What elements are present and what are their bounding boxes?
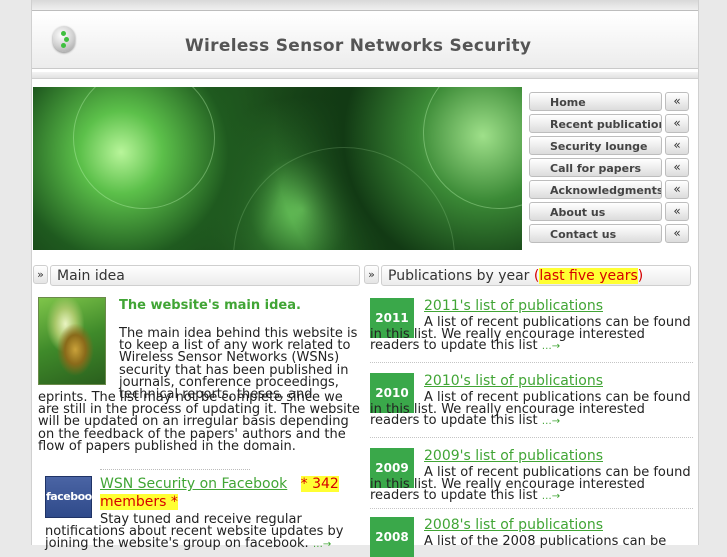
- publication-link[interactable]: 2009's list of publications: [424, 448, 603, 464]
- nav-arrow-icon[interactable]: «: [665, 114, 689, 133]
- facebook-text-body: Stay tuned and receive regular notificat…: [45, 512, 344, 552]
- logo-dot: [61, 31, 66, 36]
- nav-label[interactable]: Acknowledgments: [529, 180, 662, 199]
- nav-arrow-icon[interactable]: «: [665, 158, 689, 177]
- site-title: Wireless Sensor Networks Security: [185, 36, 532, 56]
- banner-sphere: [423, 87, 522, 209]
- logo-dot: [61, 43, 66, 48]
- publication-link[interactable]: 2010's list of publications: [424, 373, 603, 389]
- nav-arrow-icon[interactable]: «: [665, 224, 689, 243]
- logo-dot: [64, 37, 69, 42]
- nav-label[interactable]: About us: [529, 202, 662, 221]
- nav-label[interactable]: Recent publications: [529, 114, 662, 133]
- idea-title: The website's main idea.: [119, 298, 301, 313]
- header: Wireless Sensor Networks Security: [32, 14, 698, 69]
- publication-desc-text: A list of the 2008 publications can be: [424, 534, 667, 549]
- facebook-group-link[interactable]: WSN Security on Facebook: [100, 476, 287, 492]
- nav-item-call-for-papers[interactable]: Call for papers «: [529, 158, 692, 177]
- publication-link[interactable]: 2008's list of publications: [424, 517, 603, 533]
- read-more-link[interactable]: …→: [542, 416, 560, 427]
- banner-sphere: [233, 147, 455, 250]
- publications-head-paren: ): [637, 268, 644, 284]
- bee-image: [38, 297, 106, 385]
- nav-arrow-icon[interactable]: «: [665, 180, 689, 199]
- read-more-link[interactable]: …→: [542, 491, 560, 502]
- nav-label[interactable]: Home: [529, 92, 662, 111]
- publication-desc: A list of recent publications can be fou…: [370, 390, 695, 428]
- section-arrow-icon: »: [33, 265, 48, 284]
- nav-item-home[interactable]: Home «: [529, 92, 692, 111]
- publication-desc: A list of recent publications can be fou…: [370, 465, 695, 503]
- divider: [370, 362, 693, 363]
- banner-sphere: [73, 87, 215, 209]
- section-arrow-icon: »: [364, 265, 379, 284]
- main-nav: Home « Recent publications « Security lo…: [529, 92, 692, 246]
- publication-desc: A list of the 2008 publications can be: [370, 534, 695, 549]
- divider: [100, 469, 250, 470]
- read-more-link[interactable]: …→: [542, 341, 560, 352]
- idea-text-continued: eprints. The list may not be complete si…: [38, 390, 360, 454]
- banner-image: [33, 87, 522, 250]
- facebook-logo-icon[interactable]: facebook: [45, 476, 99, 518]
- nav-label[interactable]: Security lounge: [529, 136, 662, 155]
- publication-link[interactable]: 2011's list of publications: [424, 298, 603, 314]
- section-header-main-idea: Main idea: [50, 265, 360, 286]
- publications-head-title: Publications by year: [388, 268, 530, 284]
- publications-head-highlight: last five years: [539, 268, 638, 284]
- nav-item-acknowledgments[interactable]: Acknowledgments «: [529, 180, 692, 199]
- nav-item-about-us[interactable]: About us «: [529, 202, 692, 221]
- divider: [370, 508, 693, 509]
- nav-item-contact-us[interactable]: Contact us «: [529, 224, 692, 243]
- publication-desc: A list of recent publications can be fou…: [370, 315, 695, 353]
- publication-desc-text: A list of recent publications can be fou…: [370, 315, 691, 353]
- publication-desc-text: A list of recent publications can be fou…: [370, 465, 691, 503]
- header-sub-bar: [32, 72, 698, 79]
- nav-label[interactable]: Call for papers: [529, 158, 662, 177]
- facebook-text: Stay tuned and receive regular notificat…: [45, 512, 363, 552]
- nav-arrow-icon[interactable]: «: [665, 92, 689, 111]
- nav-arrow-icon[interactable]: «: [665, 202, 689, 221]
- nav-item-recent-publications[interactable]: Recent publications «: [529, 114, 692, 133]
- nav-label[interactable]: Contact us: [529, 224, 662, 243]
- top-strip: [32, 0, 698, 11]
- nav-item-security-lounge[interactable]: Security lounge «: [529, 136, 692, 155]
- facebook-headline: WSN Security on Facebook * 342 members *: [100, 475, 362, 511]
- site-logo-icon[interactable]: [53, 26, 75, 52]
- publication-desc-text: A list of recent publications can be fou…: [370, 390, 691, 428]
- divider: [370, 437, 693, 438]
- nav-arrow-icon[interactable]: «: [665, 136, 689, 155]
- section-header-publications: Publications by year (last five years): [381, 265, 691, 286]
